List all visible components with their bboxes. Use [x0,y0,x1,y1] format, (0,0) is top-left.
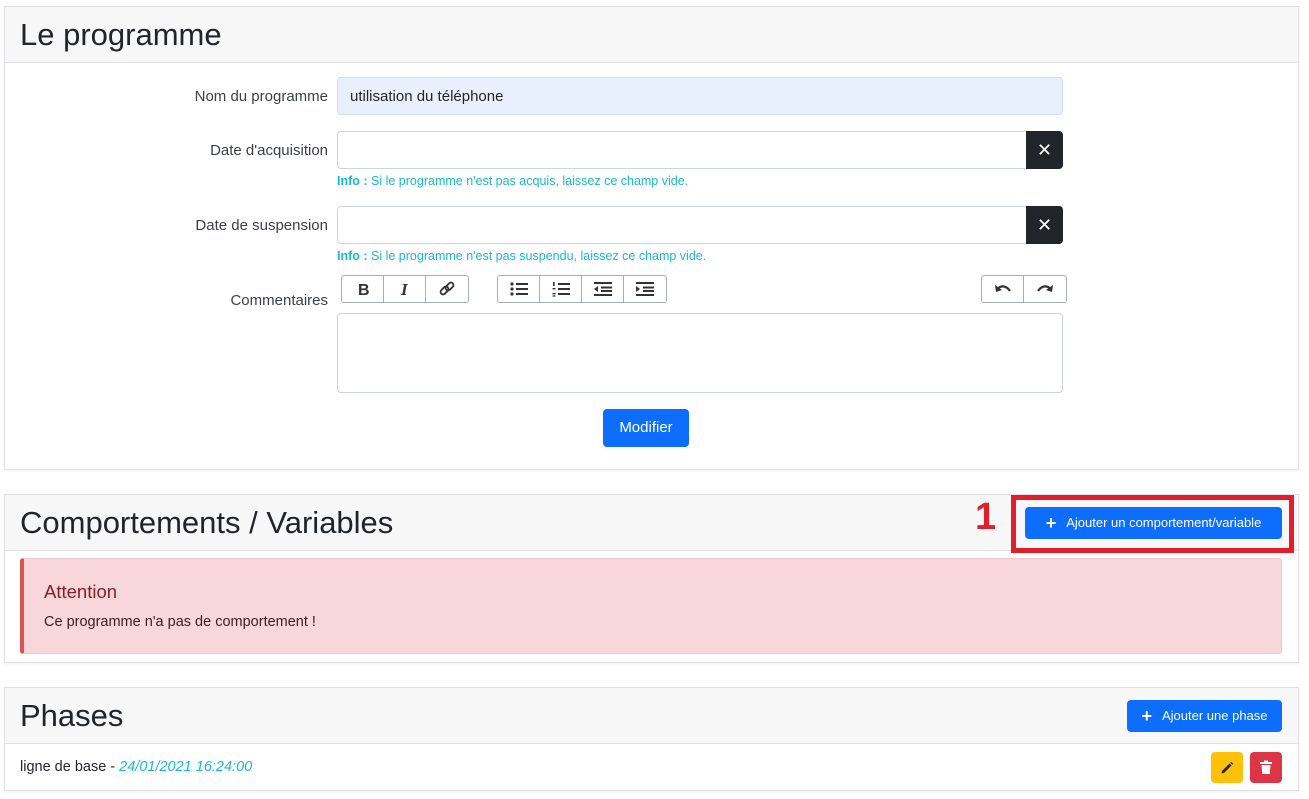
bold-button[interactable]: B [342,276,384,302]
redo-button[interactable] [1024,276,1066,302]
suspension-date-input[interactable] [337,206,1027,244]
warning-alert: Attention Ce programme n'a pas de compor… [20,558,1282,654]
program-name-input[interactable] [337,77,1063,115]
programme-card-header: Le programme [5,7,1298,63]
list-toolbar-group [497,275,667,303]
clear-suspension-button[interactable]: ✕ [1026,206,1063,244]
annotation-number: 1 [975,496,997,538]
add-comportement-button[interactable]: + Ajouter un comportement/variable [1025,507,1282,539]
pencil-icon [1221,761,1234,773]
add-phase-label: Ajouter une phase [1161,708,1268,723]
numbered-list-button[interactable] [540,276,582,302]
phase-name: ligne de base [20,759,107,775]
acquisition-label: Date d'acquisition [210,142,328,159]
italic-icon: I [400,280,409,298]
italic-button[interactable]: I [384,276,426,302]
history-toolbar-group [981,275,1067,303]
phase-date: 24/01/2021 16:24:00 [119,759,253,775]
modifier-button[interactable]: Modifier [603,409,689,447]
indent-icon [636,282,654,296]
trash-icon [1260,760,1272,774]
alert-title: Attention [44,581,118,602]
name-label: Nom du programme [194,88,328,105]
phase-list-item: ligne de base - 24/01/2021 16:24:00 [20,759,252,775]
plus-icon: + [1045,513,1057,533]
bullet-list-button[interactable] [498,276,540,302]
comments-label: Commentaires [230,292,328,309]
svg-text:I: I [400,280,409,298]
close-icon: ✕ [1036,215,1053,235]
phases-card: Phases [4,687,1299,791]
phases-title: Phases [20,698,124,733]
programme-title: Le programme [20,17,222,52]
bullet-list-icon [509,282,528,296]
comportements-title: Comportements / Variables [20,505,394,540]
delete-phase-button[interactable] [1250,752,1282,783]
close-icon: ✕ [1036,140,1053,160]
indent-button[interactable] [624,276,666,302]
undo-button[interactable] [982,276,1024,302]
numbered-list-icon [552,282,570,297]
info-prefix: Info : [337,174,368,188]
svg-text:B: B [358,282,370,298]
add-phase-button[interactable]: + Ajouter une phase [1127,700,1282,732]
info-prefix: Info : [337,249,368,263]
link-icon [439,281,455,296]
clear-acquisition-button[interactable]: ✕ [1026,131,1063,169]
suspension-label: Date de suspension [195,217,328,234]
edit-phase-button[interactable] [1211,752,1243,783]
outdent-icon [593,282,612,296]
undo-icon [994,285,1011,292]
help-text: Si le programme n'est pas acquis, laisse… [367,174,689,188]
plus-icon: + [1141,706,1152,726]
alert-text: Ce programme n'a pas de comportement ! [44,614,316,630]
phases-card-header: Phases [5,688,1298,744]
comments-textarea[interactable] [337,313,1063,393]
bold-icon: B [358,282,370,298]
acquisition-help: Info : Si le programme n'est pas acquis,… [337,174,688,188]
redo-icon [1037,285,1053,292]
phase-separator: - [106,759,120,775]
link-button[interactable] [426,276,468,302]
outdent-button[interactable] [582,276,624,302]
format-toolbar-group: B I [341,275,469,303]
add-comportement-label: Ajouter un comportement/variable [1066,515,1262,530]
suspension-help: Info : Si le programme n'est pas suspend… [337,249,706,263]
acquisition-date-input[interactable] [337,131,1027,169]
help-text: Si le programme n'est pas suspendu, lais… [367,249,707,263]
